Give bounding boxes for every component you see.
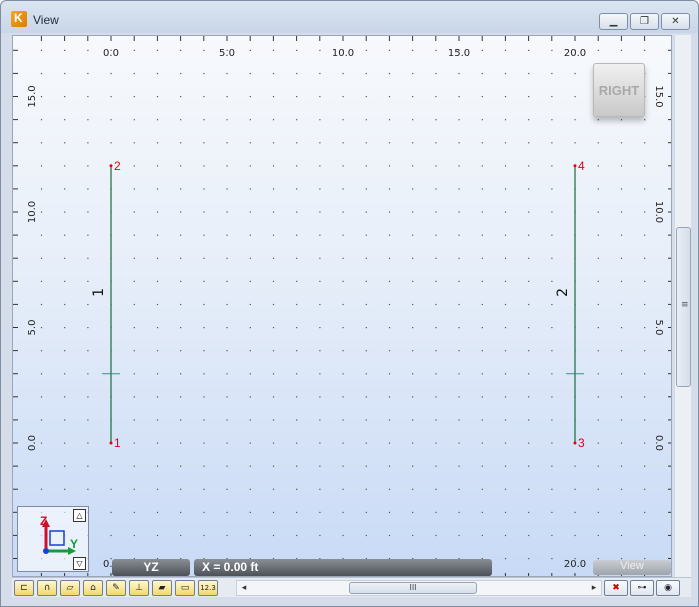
scroll-left-icon[interactable]: ◂ bbox=[237, 581, 251, 595]
restore-icon: ❐ bbox=[640, 16, 649, 27]
extrude-tool-button[interactable]: ▱ bbox=[60, 580, 80, 596]
numbering-tool-button[interactable]: 12.3 bbox=[198, 580, 218, 596]
rotate-down-button[interactable]: ▽ bbox=[73, 557, 86, 570]
slice-position-bar[interactable]: X = 0.00 ft bbox=[194, 559, 492, 576]
node-point bbox=[573, 441, 577, 445]
minimize-icon: ▁ bbox=[609, 16, 618, 27]
scroll-grip: III bbox=[409, 583, 417, 592]
node-point bbox=[573, 164, 577, 168]
z-tick-label-right: 15.0 bbox=[653, 85, 664, 107]
node-label: 2 bbox=[114, 159, 121, 173]
vertical-scrollbar[interactable]: ≡ bbox=[674, 35, 691, 577]
plane-badge[interactable]: YZ bbox=[112, 559, 190, 576]
z-tick-label-left: 5.0 bbox=[27, 320, 38, 336]
close-icon: ✕ bbox=[671, 16, 680, 27]
node-point bbox=[109, 164, 113, 168]
eye-icon: ◉ bbox=[664, 583, 672, 593]
grid-canvas: 0.00.05.05.010.010.015.015.020.020.015.0… bbox=[13, 36, 671, 576]
z-tick-label-right: 0.0 bbox=[653, 435, 664, 451]
view-label: View bbox=[620, 560, 644, 572]
view-window: View ▁ ❐ ✕ 0.00.05.05.010.010.015.015.02… bbox=[0, 0, 699, 607]
view-badge[interactable]: View bbox=[593, 560, 671, 575]
delete-icon: ✖ bbox=[612, 583, 620, 593]
slice-label: X = 0.00 ft bbox=[202, 560, 259, 574]
axis-z-label: Z bbox=[40, 514, 47, 528]
panel-icon: ▭ bbox=[180, 583, 190, 593]
x-tick-label-top: 20.0 bbox=[564, 48, 586, 59]
z-tick-label-left: 10.0 bbox=[27, 201, 38, 223]
z-tick-label-left: 15.0 bbox=[27, 85, 38, 107]
node-label: 1 bbox=[114, 436, 121, 450]
nav-cube-label: RIGHT bbox=[598, 83, 640, 98]
node-label: 3 bbox=[578, 436, 585, 450]
x-tick-label-top: 0.0 bbox=[103, 48, 119, 59]
eye-button[interactable]: ◉ bbox=[656, 580, 680, 596]
axis-y-label: Y bbox=[70, 537, 78, 551]
plate-icon: ▰ bbox=[158, 583, 166, 593]
plane-label: YZ bbox=[143, 560, 159, 574]
roof-icon: ⌂ bbox=[90, 583, 96, 593]
restore-button[interactable]: ❐ bbox=[630, 13, 659, 30]
link-icon: ⊶ bbox=[637, 583, 647, 593]
z-tick-label-right: 5.0 bbox=[653, 320, 664, 336]
roof-tool-button[interactable]: ⌂ bbox=[83, 580, 103, 596]
rotate-up-button[interactable]: △ bbox=[73, 509, 86, 522]
frame-icon: ⊏ bbox=[20, 583, 28, 593]
arch-tool-button[interactable]: ∩ bbox=[37, 580, 57, 596]
nav-cube-right[interactable]: RIGHT bbox=[593, 63, 645, 117]
member-label: 1 bbox=[91, 288, 107, 297]
x-tick-label-top: 15.0 bbox=[448, 48, 470, 59]
node-label: 4 bbox=[578, 159, 585, 173]
pencil-icon: ✎ bbox=[112, 583, 120, 593]
frame-tool-button[interactable]: ⊏ bbox=[14, 580, 34, 596]
numbering-icon: 12.3 bbox=[200, 584, 216, 592]
z-tick-label-right: 10.0 bbox=[653, 201, 664, 223]
member-label: 2 bbox=[555, 288, 571, 297]
title-bar[interactable]: View ▁ ❐ ✕ bbox=[1, 1, 698, 33]
model-viewport[interactable]: 0.00.05.05.010.010.015.015.020.020.015.0… bbox=[12, 35, 672, 577]
link-button[interactable]: ⊶ bbox=[630, 580, 654, 596]
horizontal-scrollbar[interactable]: ◂ III ▸ bbox=[236, 580, 602, 596]
extrude-icon: ▱ bbox=[66, 583, 74, 593]
x-tick-label-top: 10.0 bbox=[332, 48, 354, 59]
support-icon: ⊥ bbox=[135, 583, 143, 593]
support-tool-button[interactable]: ⊥ bbox=[129, 580, 149, 596]
x-tick-label-bottom: 20.0 bbox=[564, 559, 586, 570]
app-logo-icon bbox=[11, 11, 27, 27]
close-button[interactable]: ✕ bbox=[661, 13, 690, 30]
z-tick-label-left: 0.0 bbox=[27, 435, 38, 451]
panel-tool-button[interactable]: ▭ bbox=[175, 580, 195, 596]
window-title: View bbox=[33, 13, 59, 27]
delete-button[interactable]: ✖ bbox=[604, 580, 628, 596]
x-tick-label-top: 5.0 bbox=[219, 48, 235, 59]
scroll-right-icon[interactable]: ▸ bbox=[587, 581, 601, 595]
plate-tool-button[interactable]: ▰ bbox=[152, 580, 172, 596]
vertical-scroll-thumb[interactable]: ≡ bbox=[676, 227, 691, 387]
arch-icon: ∩ bbox=[43, 583, 51, 593]
axis-triad-widget: Z Y △ ▽ bbox=[17, 506, 89, 572]
horizontal-scroll-thumb[interactable]: III bbox=[349, 582, 477, 594]
minimize-button[interactable]: ▁ bbox=[599, 13, 628, 30]
pencil-tool-button[interactable]: ✎ bbox=[106, 580, 126, 596]
bottom-toolbar: ⊏ ∩ ▱ ⌂ ✎ ⊥ ▰ ▭ 12.3 ◂ III ▸ ✖ ⊶ ◉ bbox=[12, 577, 691, 597]
node-point bbox=[109, 441, 113, 445]
window-controls: ▁ ❐ ✕ bbox=[599, 13, 690, 30]
